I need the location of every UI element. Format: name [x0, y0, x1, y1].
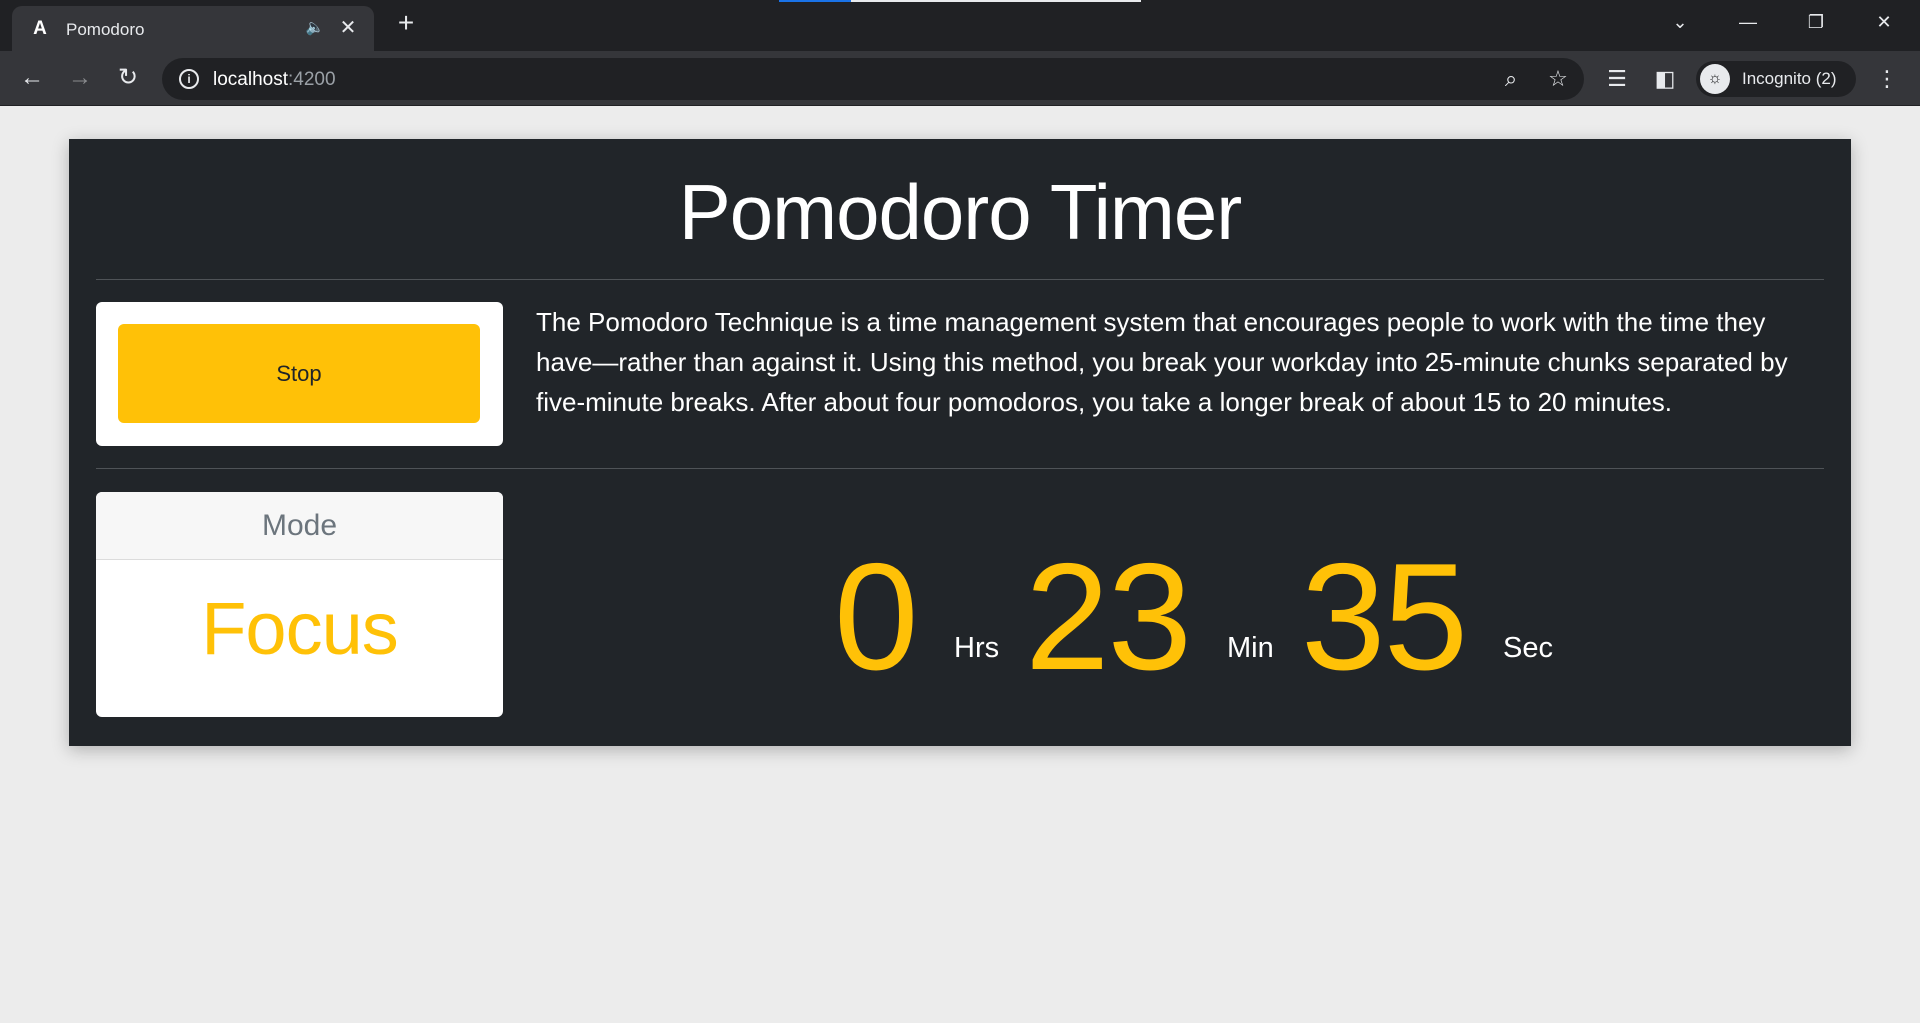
mode-header: Mode [96, 492, 503, 560]
loading-indicator [779, 0, 1141, 2]
side-panel-icon[interactable]: ◧ [1650, 64, 1680, 94]
page-title: Pomodoro Timer [678, 168, 1243, 256]
media-control-icon[interactable]: ☰ [1602, 64, 1632, 94]
angular-icon: A [33, 18, 47, 39]
new-tab-button[interactable]: + [392, 9, 420, 38]
window-close-icon[interactable]: ✕ [1850, 0, 1918, 44]
forward-arrow-icon[interactable]: → [63, 62, 97, 96]
timer-seconds: 35 [1301, 532, 1468, 702]
reload-icon[interactable]: ↻ [111, 62, 145, 96]
back-arrow-icon[interactable]: ← [15, 62, 49, 96]
page-viewport: Pomodoro Timer Stop The Pomodoro Techniq… [0, 106, 1920, 1023]
address-bar[interactable]: i localhost:4200 ⌕ ☆ [162, 58, 1584, 100]
control-panel: Stop [96, 302, 503, 446]
info-icon[interactable]: i [179, 69, 199, 89]
timer-minutes: 23 [1025, 532, 1192, 702]
browser-tab-pomodoro[interactable]: A Pomodoro 🔈 ✕ [12, 6, 374, 51]
timer-hours: 0 [834, 532, 919, 702]
kebab-menu-icon[interactable]: ⋮ [1872, 64, 1902, 94]
chevron-down-icon[interactable]: ⌄ [1646, 0, 1714, 44]
pomodoro-card: Pomodoro Timer Stop The Pomodoro Techniq… [69, 139, 1851, 746]
stop-button[interactable]: Stop [118, 324, 480, 423]
star-icon[interactable]: ☆ [1545, 66, 1571, 92]
minimize-icon[interactable]: — [1714, 0, 1782, 44]
technique-description: The Pomodoro Technique is a time managem… [536, 307, 1788, 417]
incognito-icon: ☼ [1700, 64, 1730, 94]
browser-toolbar: ← → ↻ i localhost:4200 ⌕ ☆ ☰ ◧ ☼ Incogni… [0, 51, 1920, 106]
close-icon[interactable]: ✕ [336, 16, 360, 40]
url-text[interactable]: localhost:4200 [213, 69, 336, 91]
timer-hours-unit: Hrs [954, 632, 1000, 664]
incognito-profile-button[interactable]: ☼ Incognito (2) [1696, 61, 1856, 97]
mode-card: Mode Focus [96, 492, 503, 717]
timer-minutes-unit: Min [1227, 632, 1274, 664]
mode-value: Focus [201, 587, 399, 670]
divider [96, 468, 1824, 469]
zoom-out-icon[interactable]: ⌕ [1498, 66, 1524, 92]
profile-label: Incognito (2) [1742, 69, 1837, 88]
speaker-icon[interactable]: 🔈 [304, 17, 326, 39]
timer-seconds-unit: Sec [1503, 632, 1553, 664]
tab-title: Pomodoro [66, 20, 145, 39]
browser-tab-bar: A Pomodoro 🔈 ✕ + ⌄ — ❐ ✕ [0, 0, 1920, 51]
divider [96, 279, 1824, 280]
restore-icon[interactable]: ❐ [1782, 0, 1850, 44]
